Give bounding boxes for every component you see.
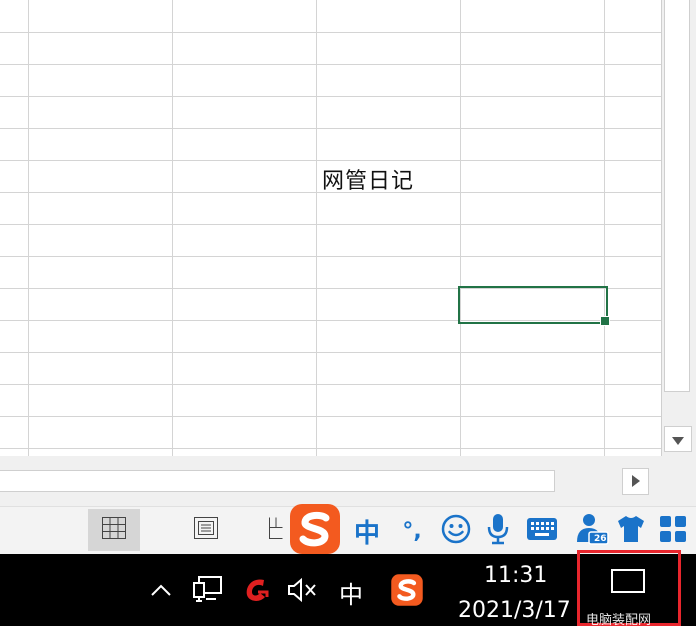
voice-input-button[interactable] xyxy=(482,513,514,549)
user-icon xyxy=(575,512,609,550)
network-button[interactable] xyxy=(190,576,226,608)
column-divider xyxy=(460,0,461,456)
network-icon xyxy=(192,575,224,609)
watermark-url: www.dnzp.com xyxy=(586,626,647,635)
scroll-down-button[interactable] xyxy=(664,426,692,452)
tray-app-button[interactable] xyxy=(240,576,274,608)
horizontal-scrollbar[interactable] xyxy=(0,456,696,506)
show-hidden-icons-button[interactable] xyxy=(146,576,176,606)
row-divider xyxy=(0,352,661,353)
horizontal-scroll-thumb[interactable] xyxy=(0,470,555,492)
page-layout-view-button[interactable] xyxy=(180,509,232,551)
column-divider xyxy=(172,0,173,456)
row-divider xyxy=(0,384,661,385)
vertical-scrollbar[interactable] xyxy=(661,0,696,456)
row-divider xyxy=(0,64,661,65)
triangle-right-icon xyxy=(631,472,640,491)
column-divider xyxy=(28,0,29,456)
tshirt-icon xyxy=(616,515,646,547)
fill-handle[interactable] xyxy=(600,316,610,326)
triangle-down-icon xyxy=(672,430,684,449)
apps-grid-icon xyxy=(659,515,687,547)
cell-content[interactable]: 网管日记 xyxy=(322,163,414,195)
column-divider xyxy=(316,0,317,456)
soft-keyboard-button[interactable] xyxy=(524,513,560,549)
volume-button[interactable] xyxy=(284,576,320,608)
ime-mode-toggle[interactable]: 中 xyxy=(350,513,384,549)
selected-cell[interactable] xyxy=(458,286,608,324)
punctuation-toggle[interactable]: °, xyxy=(394,513,430,549)
row-divider xyxy=(0,256,661,257)
spreadsheet-grid[interactable]: 网管日记 xyxy=(0,0,661,456)
smiley-icon xyxy=(441,514,471,548)
grid-icon xyxy=(102,517,126,543)
emoji-button[interactable] xyxy=(438,513,474,549)
page-layout-icon xyxy=(194,517,218,543)
row-divider xyxy=(0,160,661,161)
toolbox-button[interactable] xyxy=(656,513,690,549)
status-bar: 中 °, 26 xyxy=(0,504,696,554)
watermark: 电脑装配网 www.dnzp.com xyxy=(586,609,651,639)
sogou-logo-icon xyxy=(288,502,342,560)
clock-time[interactable]: 11:31 xyxy=(484,563,547,588)
scroll-right-button[interactable] xyxy=(622,468,649,495)
microphone-icon xyxy=(486,513,510,549)
user-center-button[interactable]: 26 xyxy=(574,513,610,549)
clock-date[interactable]: 2021/3/17 xyxy=(458,598,571,623)
column-divider xyxy=(604,0,605,456)
tray-sogou-button[interactable] xyxy=(388,574,426,610)
row-divider xyxy=(0,224,661,225)
row-divider xyxy=(0,128,661,129)
skin-button[interactable] xyxy=(614,513,648,549)
sogou-logo-button[interactable] xyxy=(286,503,344,559)
volume-muted-icon xyxy=(286,576,318,608)
keyboard-icon xyxy=(526,517,558,545)
row-divider xyxy=(0,416,661,417)
input-language-button[interactable]: 中 xyxy=(334,576,368,609)
normal-view-button[interactable] xyxy=(88,509,140,551)
tray-app-logo-icon xyxy=(242,575,272,609)
row-divider xyxy=(0,448,661,449)
sogou-tray-icon xyxy=(390,573,424,611)
vertical-scroll-thumb[interactable] xyxy=(664,0,690,392)
row-divider xyxy=(0,96,661,97)
chevron-up-icon xyxy=(150,582,172,601)
user-badge: 26 xyxy=(594,534,607,544)
row-divider xyxy=(0,32,661,33)
page-break-icon xyxy=(269,517,283,543)
